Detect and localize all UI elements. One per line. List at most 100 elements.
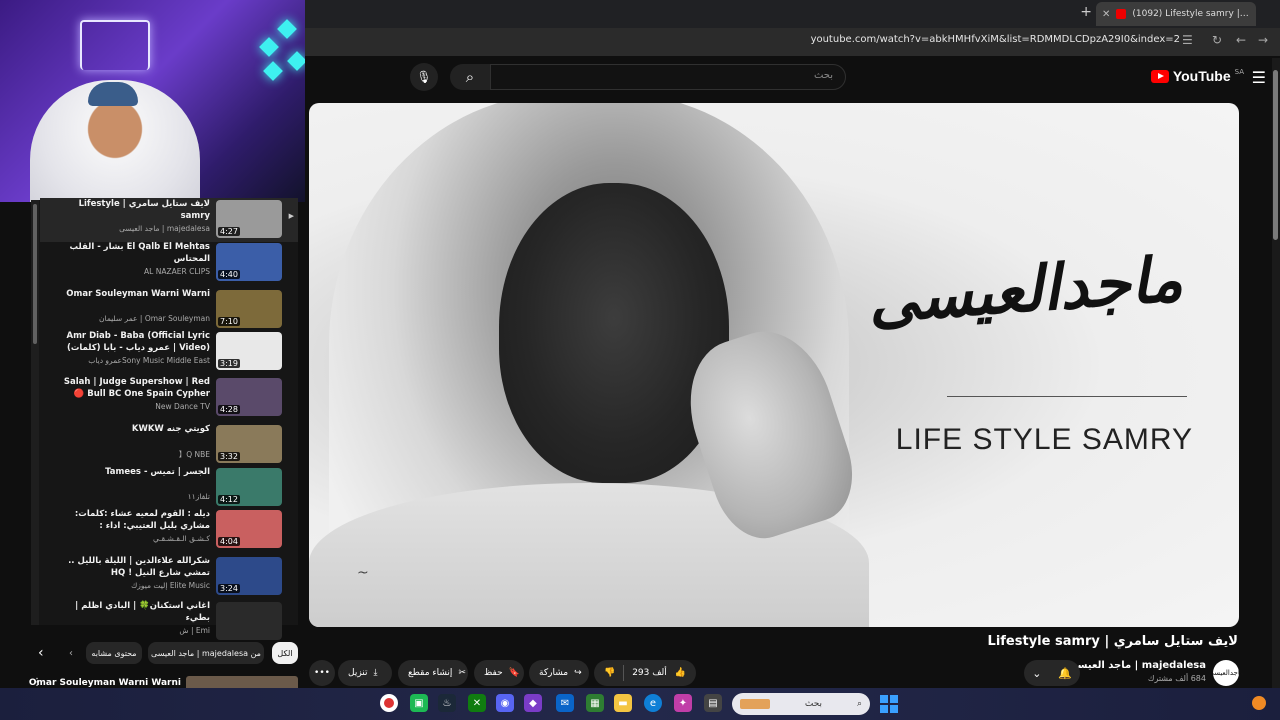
playlist-item[interactable]: 7:10 Omar Souleyman Warni Warni Omar Soule… bbox=[40, 288, 298, 332]
chip-from-channel[interactable]: من majedalesa | ماجد العيسى bbox=[148, 642, 264, 664]
app-icon[interactable]: ▤ bbox=[704, 694, 722, 712]
windows-start-icon[interactable] bbox=[880, 695, 898, 713]
hex-light-icon bbox=[287, 51, 305, 71]
clip-button[interactable]: إنشاء مقطع ✂ bbox=[398, 660, 468, 686]
download-icon: ⤓ bbox=[373, 668, 378, 678]
chrome-icon[interactable] bbox=[380, 694, 398, 712]
reload-icon[interactable]: ↻ bbox=[1212, 33, 1222, 47]
kebab-menu-icon[interactable]: ⋮ bbox=[32, 677, 42, 688]
playlist-item-channel: Elite Music إليت ميوزك bbox=[131, 581, 210, 590]
tab-close-icon[interactable]: ✕ bbox=[1102, 9, 1110, 20]
folder-icon[interactable]: ▬ bbox=[614, 694, 632, 712]
bell-icon: 🔔 bbox=[1058, 666, 1072, 680]
video-player[interactable]: ماجدالعيسى LIFE STYLE SAMRY ~ bbox=[309, 103, 1239, 627]
playlist-item[interactable]: 3:32 كويتي جنه KWKW Q NBE【 bbox=[40, 423, 298, 467]
bookmark-icon: 🔖 bbox=[508, 668, 520, 678]
app-icon[interactable]: ◆ bbox=[524, 694, 542, 712]
channel-name[interactable]: majedalesa | ماجد العيسى bbox=[1068, 660, 1206, 671]
chip-scroll-left[interactable]: ‹ bbox=[62, 642, 80, 664]
voice-search-button[interactable]: 🎙 bbox=[410, 63, 438, 91]
app-icon[interactable]: ▦ bbox=[586, 694, 604, 712]
chip-related[interactable]: محتوى مشابه bbox=[86, 642, 142, 664]
hex-light-icon bbox=[263, 61, 283, 81]
edge-icon[interactable]: e bbox=[644, 694, 662, 712]
playlist-thumbnail[interactable]: 3:19 bbox=[216, 332, 282, 370]
subscribed-bell-button[interactable]: ⌄ 🔔 bbox=[1024, 660, 1080, 686]
save-button[interactable]: حفظ 🔖 bbox=[474, 660, 524, 686]
video-duration: 3:19 bbox=[218, 359, 240, 368]
playlist-thumbnail[interactable] bbox=[216, 602, 282, 640]
playlist-item-title: El Qalb El Mehtas بشار - القلب المحتاس bbox=[69, 242, 210, 264]
playlist-item-title: ديله : القوم لمعيه عشاء :كلمات: مشاري بل… bbox=[74, 509, 210, 531]
reader-mode-icon[interactable]: ☰ bbox=[1182, 33, 1193, 47]
playlist-thumbnail[interactable]: 3:24 bbox=[216, 557, 282, 595]
youtube-play-icon bbox=[1150, 69, 1169, 83]
playlist-item[interactable]: 3:24 شكرالله علاءالدين | الليلة بالليل ..… bbox=[40, 555, 298, 599]
playlist-item-title: اغاني استكنان🍀 | البادي اظلم | بطيء bbox=[75, 601, 210, 623]
chevron-down-icon: ⌄ bbox=[1032, 666, 1042, 680]
page-scroll-thumb[interactable] bbox=[1273, 70, 1278, 240]
neon-light-icon bbox=[80, 20, 150, 70]
video-duration: 4:40 bbox=[218, 270, 240, 279]
forward-icon[interactable]: → bbox=[1258, 33, 1268, 47]
video-duration: 4:12 bbox=[218, 495, 240, 504]
next-video-title[interactable]: Omar Souleyman Warni Warni bbox=[29, 678, 181, 688]
chip-all[interactable]: الكل bbox=[272, 642, 298, 664]
app-icon[interactable]: ▣ bbox=[410, 694, 428, 712]
search-input[interactable]: بحث bbox=[490, 64, 846, 90]
playlist-thumbnail[interactable]: 4:27 bbox=[216, 200, 282, 238]
chevron-left-icon[interactable]: ‹ bbox=[38, 645, 44, 661]
playlist-item[interactable]: 4:12 الجسر | تميس - Tamees تلفاز١١ bbox=[40, 466, 298, 510]
scissors-icon: ✂ bbox=[458, 668, 466, 678]
playlist-thumbnail[interactable]: 3:32 bbox=[216, 425, 282, 463]
hex-light-icon bbox=[259, 37, 279, 57]
hamburger-menu-icon[interactable]: ☰ bbox=[1252, 68, 1266, 87]
playlist-thumbnail[interactable]: 7:10 bbox=[216, 290, 282, 328]
search-button[interactable]: ⌕ bbox=[450, 64, 490, 90]
streamer-cap bbox=[88, 82, 138, 106]
more-actions-button[interactable]: ••• bbox=[309, 660, 335, 686]
discord-icon[interactable]: ◉ bbox=[496, 694, 514, 712]
taskbar-search-input[interactable]: ⌕ بحث bbox=[732, 693, 870, 715]
playlist-item[interactable]: 4:40 El Qalb El Mehtas بشار - القلب المحت… bbox=[40, 241, 298, 285]
playlist-thumbnail[interactable]: 4:12 bbox=[216, 468, 282, 506]
video-title: لايف ستايل سامري | Lifestyle samry bbox=[987, 634, 1238, 649]
overlay-english-title: LIFE STYLE SAMRY bbox=[895, 423, 1193, 456]
xbox-icon[interactable]: ✕ bbox=[468, 694, 486, 712]
playlist-item-title: لايف ستايل سامري | Lifestyle samry bbox=[78, 199, 210, 221]
channel-avatar[interactable]: ماجدالعيسى bbox=[1208, 660, 1244, 686]
playlist-thumbnail[interactable]: 4:04 bbox=[216, 510, 282, 548]
playlist-item[interactable]: 4:04 ديله : القوم لمعيه عشاء :كلمات: مشار… bbox=[40, 508, 298, 552]
playlist-item[interactable]: 4:27 لايف ستايل سامري | Lifestyle samry ma… bbox=[40, 198, 298, 242]
browser-tab[interactable]: ✕ (1092) Lifestyle samry | لايف سـ... bbox=[1096, 2, 1256, 26]
overlay-arabic-logo: ماجدالعيسى bbox=[866, 242, 1186, 337]
next-video-thumbnail[interactable] bbox=[186, 676, 298, 688]
search-highlight-icon bbox=[740, 699, 771, 709]
playlist-item-channel: كـشـق الـقـشـقـي bbox=[153, 534, 210, 543]
share-button[interactable]: مشاركة ↪ bbox=[529, 660, 589, 686]
playlist-scroll-thumb[interactable] bbox=[33, 204, 37, 344]
playlist-item[interactable]: اغاني استكنان🍀 | البادي اظلم | بطيء Emi |… bbox=[40, 600, 298, 644]
playlist-thumbnail[interactable]: 4:40 bbox=[216, 243, 282, 281]
video-duration: 4:28 bbox=[218, 405, 240, 414]
download-button[interactable]: تنزيل ⤓ bbox=[338, 660, 392, 686]
back-icon[interactable]: ← bbox=[1236, 33, 1246, 47]
playlist-item[interactable]: 4:28 Salah | Judge Supershow | Red Bull B… bbox=[40, 376, 298, 420]
copilot-icon[interactable]: ✦ bbox=[674, 694, 692, 712]
playlist-thumbnail[interactable]: 4:28 bbox=[216, 378, 282, 416]
like-icon[interactable]: 👍 bbox=[675, 668, 686, 678]
microphone-icon: 🎙 bbox=[416, 70, 432, 84]
playlist-item-title: Amr Diab - Baba (Official Lyric Video) |… bbox=[66, 331, 211, 353]
dislike-icon[interactable]: 👎 bbox=[604, 668, 615, 678]
mail-icon[interactable]: ✉ bbox=[556, 694, 574, 712]
url-text[interactable]: youtube.com/watch?v=abkHMHfvXiM&list=RDM… bbox=[811, 34, 1180, 45]
playlist-item-title: Omar Souleyman Warni Warni bbox=[66, 289, 210, 299]
steam-icon[interactable]: ♨ bbox=[438, 694, 456, 712]
playlist-item-title: Salah | Judge Supershow | Red Bull BC On… bbox=[63, 377, 210, 399]
like-dislike-group[interactable]: 👎 293 ألف 👍 bbox=[594, 660, 696, 686]
youtube-logo[interactable]: YouTube SA bbox=[1150, 68, 1244, 84]
notification-badge-icon[interactable] bbox=[1252, 696, 1266, 710]
video-art-face bbox=[499, 183, 729, 483]
new-tab-button[interactable]: + bbox=[1080, 4, 1092, 20]
playlist-item[interactable]: 3:19 Amr Diab - Baba (Official Lyric Vide… bbox=[40, 330, 298, 374]
